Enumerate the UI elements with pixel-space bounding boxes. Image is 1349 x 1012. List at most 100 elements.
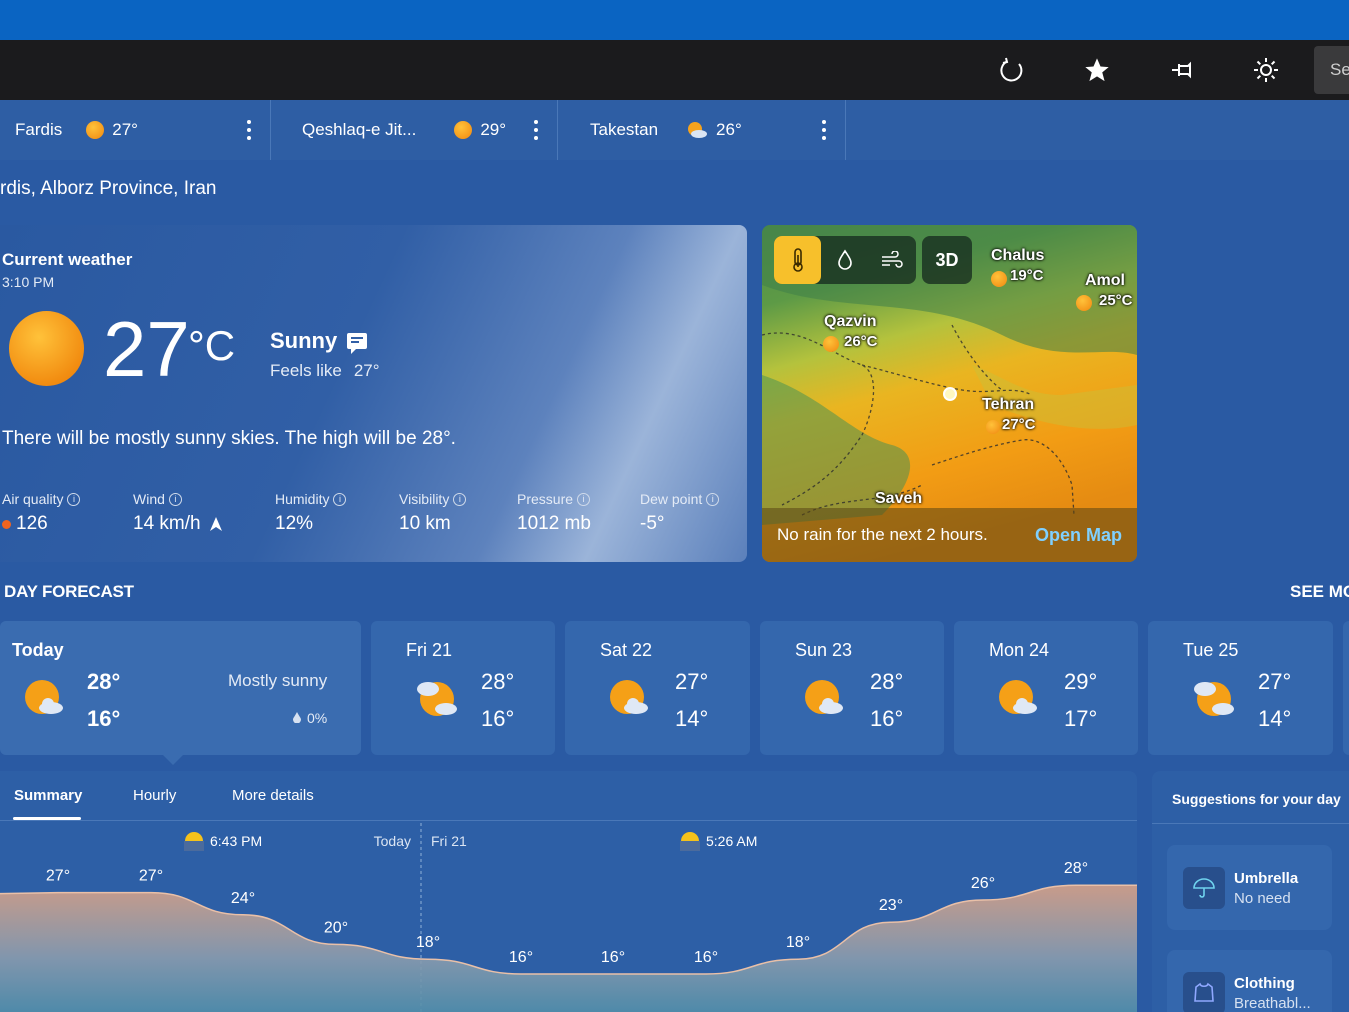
metric-value: 10 km (399, 513, 451, 534)
metric-label: Wind (133, 491, 165, 507)
mostly-sunny-icon (610, 680, 648, 714)
sunrise-horizon (680, 841, 700, 851)
city-tab-fardis[interactable]: Fardis 27° (0, 100, 271, 160)
pin-icon[interactable] (1162, 50, 1202, 90)
partly-cloudy-icon (1194, 682, 1234, 716)
temperature-unit: °C (188, 322, 236, 369)
metric-pressure[interactable]: Pressure i 1012 mb (517, 491, 591, 535)
day-name: Tue 25 (1183, 640, 1239, 660)
day-low: 14° (1258, 706, 1292, 731)
metric-label: Pressure (517, 491, 574, 507)
thermometer-icon (792, 248, 803, 272)
current-temperature: 27 (103, 305, 190, 393)
info-icon[interactable]: i (706, 492, 720, 506)
current-weather-title: Current weather (2, 250, 133, 269)
temperature-label: 27° (46, 868, 70, 885)
location-title: rdis, Alborz Province, Iran (0, 178, 217, 199)
precipitation-layer-button[interactable] (821, 236, 868, 284)
temperature-label: 18° (786, 934, 810, 951)
map-place-chalus: Chalus (991, 247, 1045, 264)
day-low: 14° (675, 706, 709, 731)
partly-cloudy-icon (1076, 295, 1092, 311)
forecast-day[interactable]: Sun 23 28° 16° (760, 621, 944, 755)
more-options-icon[interactable] (244, 120, 254, 140)
forecast-section-title: DAY FORECAST (4, 582, 134, 601)
more-options-icon[interactable] (531, 120, 541, 140)
refresh-icon[interactable] (992, 50, 1032, 90)
favorite-star-icon[interactable] (1077, 50, 1117, 90)
more-options-icon[interactable] (819, 120, 829, 140)
metric-label: Humidity (275, 491, 330, 507)
suggestion-subtitle: No need (1234, 890, 1291, 907)
info-icon[interactable]: i (168, 492, 182, 506)
suggestion-clothing[interactable]: Clothing Breathabl... (1167, 950, 1332, 1012)
temperature-label: 26° (971, 875, 995, 892)
city-temp: 29° (480, 120, 507, 139)
info-icon[interactable]: i (453, 492, 467, 506)
temperature-label: 16° (601, 949, 625, 966)
map-footer: No rain for the next 2 hours. Open Map (762, 508, 1137, 562)
temperature-label: 18° (416, 934, 440, 951)
metric-value: 1012 mb (517, 513, 591, 534)
wind-layer-button[interactable] (868, 236, 915, 284)
feedback-icon[interactable] (347, 333, 368, 354)
info-icon[interactable]: i (67, 492, 81, 506)
day-low: 16° (481, 706, 515, 731)
temperature-area (0, 885, 1137, 1012)
info-icon[interactable]: i (333, 492, 347, 506)
day-name: Fri 21 (406, 640, 453, 660)
forecast-day-partial[interactable] (1343, 621, 1349, 755)
forecast-day[interactable]: Mon 24 29° 17° (954, 621, 1138, 755)
map-place-tehran: Tehran (982, 396, 1035, 413)
temperature-label: 24° (231, 890, 255, 907)
sunset-horizon (184, 841, 204, 851)
temperature-layer-button[interactable] (774, 236, 821, 284)
suggestion-umbrella[interactable]: Umbrella No need (1167, 845, 1332, 930)
map-temp-tehran: 27°C (1002, 416, 1036, 433)
brightness-icon[interactable] (1246, 50, 1286, 90)
info-icon[interactable]: i (577, 492, 591, 506)
city-tab-qeshlaq[interactable]: Qeshlaq-e Jit... 29° (271, 100, 558, 160)
partly-cloudy-icon (986, 420, 1000, 434)
see-more-link[interactable]: SEE MO (1290, 582, 1349, 602)
suggestions-panel: Suggestions for your day Umbrella No nee… (1152, 771, 1349, 1012)
open-map-link[interactable]: Open Map (1035, 525, 1122, 546)
temperature-label: 28° (1064, 860, 1088, 877)
city-name: Qeshlaq-e Jit... (302, 120, 417, 139)
day-name: Sun 23 (795, 640, 853, 660)
metric-visibility[interactable]: Visibility i 10 km (399, 491, 467, 535)
sunrise-marker: 5:26 AM (680, 832, 757, 851)
metric-dew-point[interactable]: Dew point i -5° (640, 491, 720, 535)
forecast-day[interactable]: Sat 22 27° 14° (565, 621, 750, 755)
sun-icon (823, 336, 839, 352)
city-name: Takestan (590, 120, 659, 139)
city-temp: 26° (716, 120, 742, 139)
search-input[interactable]: Se (1314, 46, 1349, 94)
weather-map[interactable]: 3D Chalus 19°C Amol 25°C Qazvin 26°C Teh… (762, 225, 1137, 562)
sunny-icon (9, 311, 84, 386)
metric-wind[interactable]: Wind i 14 km/h (133, 491, 223, 535)
day-low: 16° (87, 706, 121, 731)
forecast-day[interactable]: Fri 21 28° 16° (371, 621, 555, 755)
saved-cities-bar: Fardis 27° Qeshlaq-e Jit... 29° Takestan… (0, 100, 1349, 160)
wind-direction-icon (209, 517, 222, 531)
mostly-sunny-icon (805, 680, 843, 714)
mostly-sunny-icon (999, 680, 1037, 714)
day-low: 17° (1064, 706, 1098, 731)
city-tab-takestan[interactable]: Takestan 26° (558, 100, 846, 160)
temperature-chart: 6:43 PM Today Fri 21 5:26 AM 27° 27° 24° 20… (0, 823, 1137, 1012)
map-place-qazvin: Qazvin (824, 313, 877, 330)
metric-label: Visibility (399, 491, 450, 507)
map-3d-toggle[interactable]: 3D (922, 236, 972, 284)
day-high: 27° (1258, 669, 1292, 694)
day-name: Mon 24 (989, 640, 1050, 660)
condition-text: Sunny (270, 328, 338, 353)
partly-cloudy-icon (417, 682, 457, 716)
forecast-day[interactable]: Tue 25 27° 14° (1148, 621, 1333, 755)
metric-air-quality[interactable]: Air quality i 126 (2, 491, 81, 535)
suggestion-title: Umbrella (1234, 870, 1299, 887)
forecast-day-today[interactable]: Today 28° 16° Mostly sunny 0% (0, 621, 361, 765)
clothing-icon (1183, 972, 1225, 1012)
temperature-label: 27° (139, 868, 163, 885)
metric-humidity[interactable]: Humidity i 12% (275, 491, 347, 535)
